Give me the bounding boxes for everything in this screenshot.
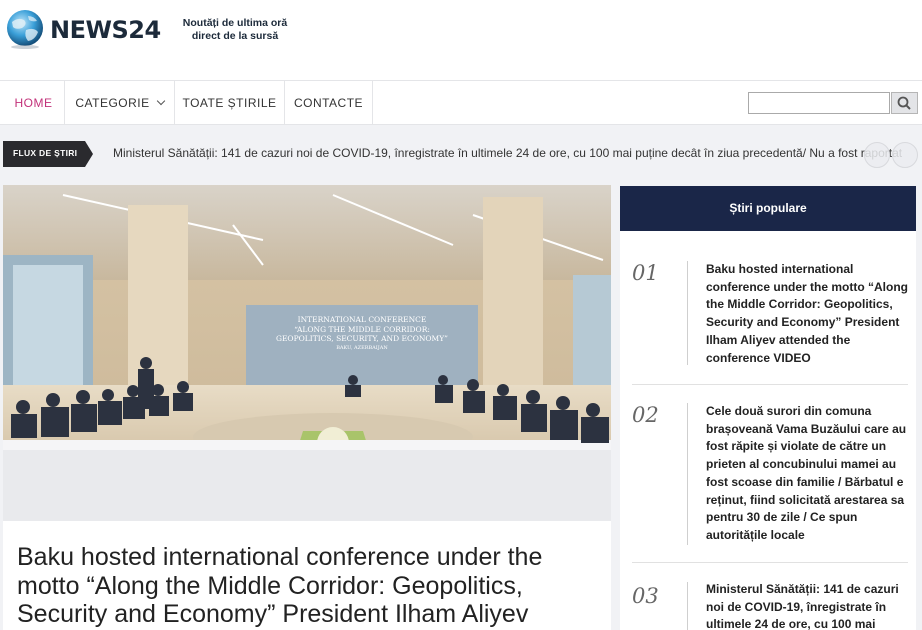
popular-separator — [632, 562, 908, 563]
banner-line-2: “ALONG THE MIDDLE CORRIDOR: — [294, 324, 430, 334]
search-button[interactable] — [891, 92, 918, 114]
popular-separator — [632, 384, 908, 385]
nav-item-label: CATEGORIE — [75, 96, 150, 110]
popular-item-number: 01 — [632, 261, 659, 285]
nav-item-label: HOME — [14, 96, 53, 110]
nav-item-home[interactable]: HOME — [3, 81, 65, 125]
popular-item-divider — [687, 403, 688, 545]
popular-item-divider — [687, 582, 688, 630]
popular-item-title[interactable]: Baku hosted international conference und… — [706, 261, 911, 367]
banner-line-4: BAKU, AZERBAIJAN — [336, 344, 388, 351]
popular-item-divider — [687, 261, 688, 365]
popular-news-list: 01 Baku hosted international conference … — [620, 231, 916, 630]
ticker-prev-button[interactable] — [864, 142, 890, 168]
site-tagline: Noutăți de ultima oră direct de la sursă — [170, 17, 300, 43]
featured-title[interactable]: Baku hosted international conference und… — [17, 543, 597, 629]
chevron-down-icon — [156, 96, 165, 106]
nav-item-label: CONTACTE — [293, 96, 364, 110]
popular-item-title[interactable]: Cele două surori din comuna brașoveană V… — [706, 403, 911, 545]
popular-item[interactable]: 03 Ministerul Sănătății: 141 de cazuri n… — [620, 564, 916, 630]
search-icon — [897, 96, 911, 110]
ticker-next-button[interactable] — [892, 142, 918, 168]
main-nav: HOME CATEGORIE TOATE ȘTIRILE CONTACTE — [0, 80, 922, 125]
search-input[interactable] — [748, 92, 890, 114]
nav-item-label: TOATE ȘTIRILE — [182, 96, 277, 110]
featured-article: Baku hosted international conference und… — [3, 521, 611, 630]
popular-news-header: Știri populare — [620, 186, 916, 231]
site-header: NEWS24 Noutăți de ultima oră direct de l… — [0, 0, 922, 80]
banner-line-3: GEOPOLITICS, SECURITY, AND ECONOMY” — [275, 334, 449, 343]
popular-item[interactable]: 02 Cele două surori din comuna brașovean… — [620, 386, 916, 564]
ticker-label-text: FLUX DE ȘTIRI — [13, 148, 78, 158]
popular-item-number: 03 — [632, 584, 659, 608]
popular-item-title[interactable]: Ministerul Sănătății: 141 de cazuri noi … — [706, 581, 911, 630]
conference-photo — [3, 185, 611, 521]
site-logo[interactable]: NEWS24 — [50, 16, 161, 44]
ticker-label: FLUX DE ȘTIRI — [3, 141, 93, 167]
nav-item-toate-stirile[interactable]: TOATE ȘTIRILE — [175, 81, 285, 125]
ticker-headline[interactable]: Ministerul Sănătății: 141 de cazuri noi … — [113, 146, 918, 160]
nav-item-categorie[interactable]: CATEGORIE — [65, 81, 175, 125]
popular-item-number: 02 — [632, 403, 659, 427]
featured-image[interactable]: INTERNATIONAL CONFERENCE “ALONG THE MIDD… — [3, 185, 611, 521]
conference-banner: INTERNATIONAL CONFERENCE “ALONG THE MIDD… — [246, 315, 478, 353]
globe-logo-icon[interactable] — [4, 8, 46, 50]
nav-item-contacte[interactable]: CONTACTE — [285, 81, 373, 125]
tagline-line-2: direct de la sursă — [191, 30, 279, 42]
popular-item[interactable]: 01 Baku hosted international conference … — [620, 231, 916, 386]
tagline-line-1: Noutăți de ultima oră — [182, 17, 288, 29]
banner-line-1: INTERNATIONAL CONFERENCE — [297, 315, 427, 324]
